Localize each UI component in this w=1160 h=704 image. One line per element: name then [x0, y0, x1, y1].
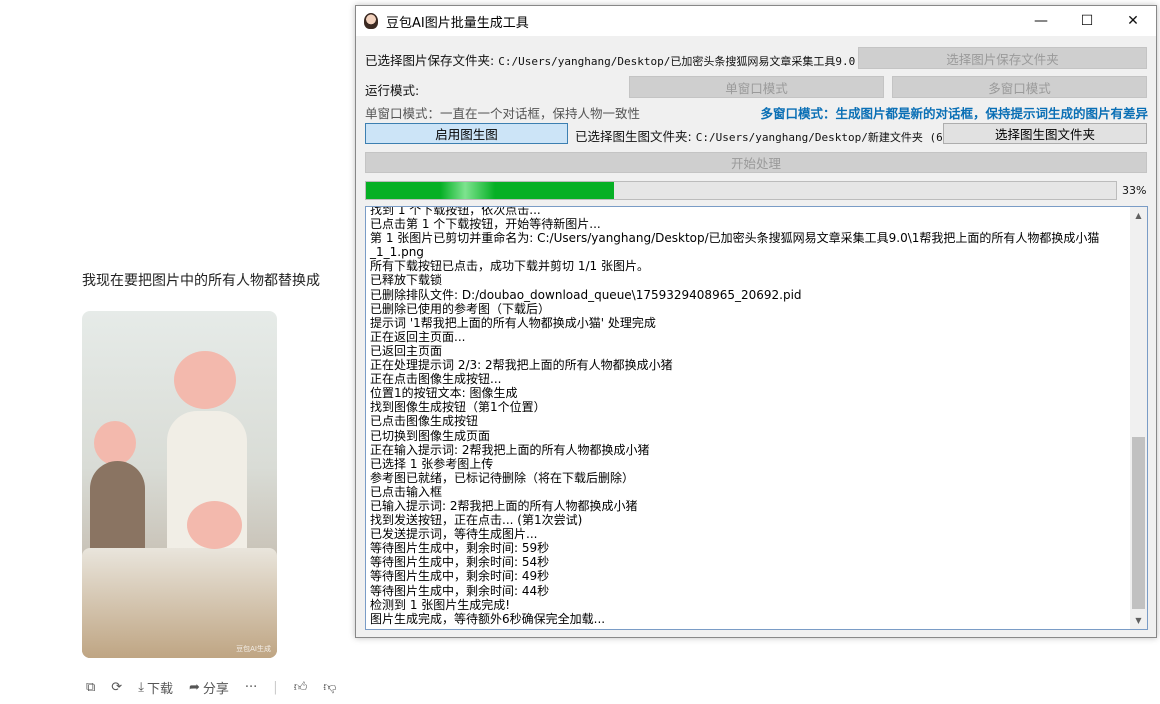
save-folder-path: C:/Users/yanghang/Desktop/已加密头条搜狐网易文章采集工… [498, 55, 856, 68]
refresh-icon[interactable]: ⟳ [111, 680, 122, 695]
divider: | [273, 680, 278, 695]
bed [82, 548, 277, 658]
log-line: 参考图已就绪，已标记待删除（将在下载后删除） [370, 470, 635, 485]
pig-head [94, 421, 136, 465]
single-window-hint: 单窗口模式：一直在一个对话框，保持人物一致性 [365, 106, 641, 121]
img2img-folder-info: 已选择图生图文件夹: C:/Users/yanghang/Desktop/新建文… [575, 126, 949, 145]
app-window: 豆包AI图片批量生成工具 — ☐ ✕ 已选择图片保存文件夹: C:/Users/… [355, 5, 1157, 638]
log-line: 已返回主页面 [370, 343, 443, 358]
copy-icon[interactable]: ⧉ [86, 680, 95, 695]
more-button[interactable]: ··· [245, 680, 257, 695]
log-output[interactable]: 找到 1 个下载按钮，依次点击... 已点击第 1 个下载按钮，开始等待新图片..… [365, 206, 1148, 630]
log-line: 正在处理提示词 2/3: 2帮我把上面的所有人物都换成小猪 [370, 358, 673, 373]
single-window-mode-button[interactable]: 单窗口模式 [629, 76, 884, 98]
thumbs-down-icon[interactable]: 👎︎ [323, 680, 336, 695]
log-line: 正在输入提示词: 2帮我把上面的所有人物都换成小猪 [370, 442, 650, 457]
progress-bar [365, 181, 1117, 200]
log-line: 已发送提示词，等待生成图片... [370, 527, 538, 542]
log-line: 已点击输入框 [370, 484, 443, 499]
share-button[interactable]: ➦ 分享 [189, 678, 229, 697]
scroll-thumb[interactable] [1132, 437, 1145, 609]
maximize-button[interactable]: ☐ [1064, 6, 1110, 36]
log-line: 所有下载按钮已点击，成功下载并剪切 1/1 张图片。 [370, 259, 649, 274]
log-line: 已删除排队文件: D:/doubao_download_queue\175932… [370, 287, 802, 302]
title-bar: 豆包AI图片批量生成工具 — ☐ ✕ [356, 6, 1156, 36]
window-title: 豆包AI图片批量生成工具 [386, 15, 529, 31]
save-folder-info: 已选择图片保存文件夹: C:/Users/yanghang/Desktop/已加… [365, 50, 855, 69]
log-line: 等待图片生成中，剩余时间: 54秒 [370, 555, 550, 570]
log-line: 已删除已使用的参考图（下载后） [370, 301, 551, 316]
save-folder-label: 已选择图片保存文件夹: [365, 53, 495, 68]
log-scrollbar[interactable]: ▲ ▼ [1130, 207, 1147, 629]
log-line: 已点击图像生成按钮 [370, 414, 479, 429]
image-watermark: 豆包AI生成 [236, 645, 271, 653]
scroll-down-icon[interactable]: ▼ [1130, 612, 1147, 629]
download-button[interactable]: ⤓ 下载 [138, 678, 173, 697]
app-icon [364, 13, 378, 29]
log-line: 提示词 '1帮我把上面的所有人物都换成小猫' 处理完成 [370, 315, 656, 330]
log-lines: 找到 1 个下载按钮，依次点击... 已点击第 1 个下载按钮，开始等待新图片..… [370, 206, 1127, 626]
select-save-folder-button[interactable]: 选择图片保存文件夹 [858, 47, 1147, 69]
message-actions: ⧉ ⟳ ⤓ 下载 ➦ 分享 ··· | 👍︎ 👎︎ [86, 678, 336, 697]
log-line: 找到发送按钮，正在点击... (第1次尝试) [370, 513, 583, 528]
log-line: 第 1 张图片已剪切并重命名为: C:/Users/yanghang/Deskt… [370, 231, 1100, 260]
pig-head [187, 501, 242, 549]
log-line: 已释放下载锁 [370, 273, 443, 288]
log-line: 已点击第 1 个下载按钮，开始等待新图片... [370, 217, 601, 232]
download-label: 下载 [146, 682, 173, 697]
download-icon: ⤓ [138, 680, 144, 695]
chat-message: 我现在要把图片中的所有人物都替换成 [82, 273, 320, 289]
log-line: 位置1的按钮文本: 图像生成 [370, 386, 518, 401]
start-processing-button[interactable]: 开始处理 [365, 152, 1147, 173]
multi-window-mode-button[interactable]: 多窗口模式 [892, 76, 1147, 98]
log-line: 已输入提示词: 2帮我把上面的所有人物都换成小猪 [370, 498, 638, 513]
log-line: 等待图片生成中，剩余时间: 44秒 [370, 583, 550, 598]
pig-head [174, 351, 236, 409]
log-line: 找到图像生成按钮（第1个位置） [370, 400, 546, 415]
select-img2img-folder-button[interactable]: 选择图生图文件夹 [943, 123, 1147, 144]
multi-window-hint: 多窗口模式：生成图片都是新的对话框，保持提示词生成的图片有差异 [760, 106, 1148, 121]
seated-figure [90, 461, 145, 551]
progress-percent: 33% [1122, 184, 1147, 197]
scroll-up-icon[interactable]: ▲ [1130, 207, 1147, 224]
share-label: 分享 [202, 682, 229, 697]
img2img-folder-path: C:/Users/yanghang/Desktop/新建文件夹 (6) [695, 131, 950, 144]
img2img-folder-label: 已选择图生图文件夹: [575, 129, 692, 144]
log-line: 正在点击图像生成按钮... [370, 372, 502, 387]
log-line: 已切换到图像生成页面 [370, 428, 491, 443]
progress-fill [366, 182, 614, 199]
log-line: 图片生成完成，等待额外6秒确保完全加载... [370, 611, 606, 626]
log-line: 等待图片生成中，剩余时间: 49秒 [370, 569, 550, 584]
log-line: 检测到 1 张图片生成完成! [370, 597, 511, 612]
enable-img2img-button[interactable]: 启用图生图 [365, 123, 568, 144]
log-line: 正在返回主页面... [370, 329, 466, 344]
run-mode-label: 运行模式: [365, 83, 420, 98]
minimize-button[interactable]: — [1018, 6, 1064, 36]
log-line: 找到 1 个下载按钮，依次点击... [370, 206, 541, 217]
close-button[interactable]: ✕ [1110, 6, 1156, 36]
share-icon: ➦ [188, 680, 200, 695]
generated-image[interactable]: 豆包AI生成 [82, 311, 277, 658]
log-line: 已选择 1 张参考图上传 [370, 456, 494, 471]
log-line: 等待图片生成中，剩余时间: 59秒 [370, 541, 550, 556]
thumbs-up-icon[interactable]: 👍︎ [294, 680, 308, 695]
